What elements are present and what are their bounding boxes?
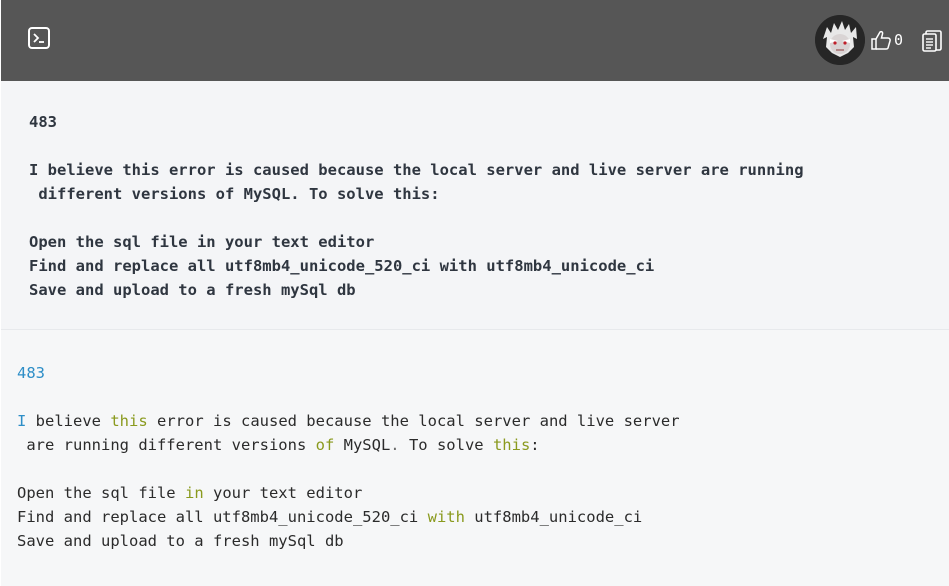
clipboard-icon[interactable] (921, 28, 943, 52)
token: your text editor (203, 484, 363, 502)
keyword-token: this (110, 412, 148, 430)
like-count: 0 (894, 31, 904, 49)
rendered-preview: 483 I believe this error is caused becau… (1, 81, 949, 329)
number-token: 483 (17, 364, 45, 382)
keyword-token: with (427, 508, 465, 526)
rendered-line: Save and upload to a fresh mySql db (29, 281, 356, 299)
token: To solve (399, 436, 493, 454)
terminal-icon[interactable] (28, 27, 50, 49)
token: : (530, 436, 540, 454)
rendered-line (29, 134, 804, 158)
rendered-line: Open the sql file in your text editor (29, 233, 375, 251)
keyword-token: of (315, 436, 335, 454)
rendered-line: different versions of MySQL. To solve th… (29, 185, 440, 203)
keyword-token: in (184, 484, 204, 502)
token: are running different versions (17, 436, 316, 454)
token: . (390, 436, 400, 454)
token: utf8mb4_unicode_ci (464, 508, 643, 526)
code-line: 483 (17, 361, 680, 385)
rendered-line: I believe this error is caused because t… (29, 161, 804, 179)
code-line: Open the sql file in your text editor (17, 481, 680, 505)
token: Open the sql file (17, 484, 185, 502)
like-button[interactable]: 0 (870, 27, 903, 53)
code-line: Save and upload to a fresh mySql db (17, 529, 680, 553)
code-line: Find and replace all utf8mb4_unicode_520… (17, 505, 680, 529)
source-code-panel[interactable]: 483 I believe this error is caused becau… (1, 330, 949, 586)
card-header: 0 (1, 0, 949, 81)
avatar-image (815, 15, 865, 65)
keyword-token: this (492, 436, 531, 454)
user-avatar[interactable] (815, 15, 865, 65)
token: Find and replace all utf8mb4_unicode_520… (17, 508, 428, 526)
token: Save and upload to a fresh mySql db (17, 532, 344, 550)
rendered-line (29, 206, 804, 230)
rendered-text: 483 I believe this error is caused becau… (29, 110, 804, 302)
token: I (17, 412, 27, 430)
token: error is caused because the local server… (147, 412, 680, 430)
code-block: 483 I believe this error is caused becau… (17, 361, 680, 553)
token: believe (26, 412, 111, 430)
rendered-line: Find and replace all utf8mb4_unicode_520… (29, 257, 655, 275)
snippet-card: 0 483 I believe this error is caused bec… (1, 0, 949, 586)
code-line: are running different versions of MySQL.… (17, 433, 680, 457)
code-line: I believe this error is caused because t… (17, 409, 680, 433)
thumbs-up-icon (871, 30, 891, 50)
token: MySQL (334, 436, 391, 454)
rendered-line: 483 (29, 113, 57, 131)
